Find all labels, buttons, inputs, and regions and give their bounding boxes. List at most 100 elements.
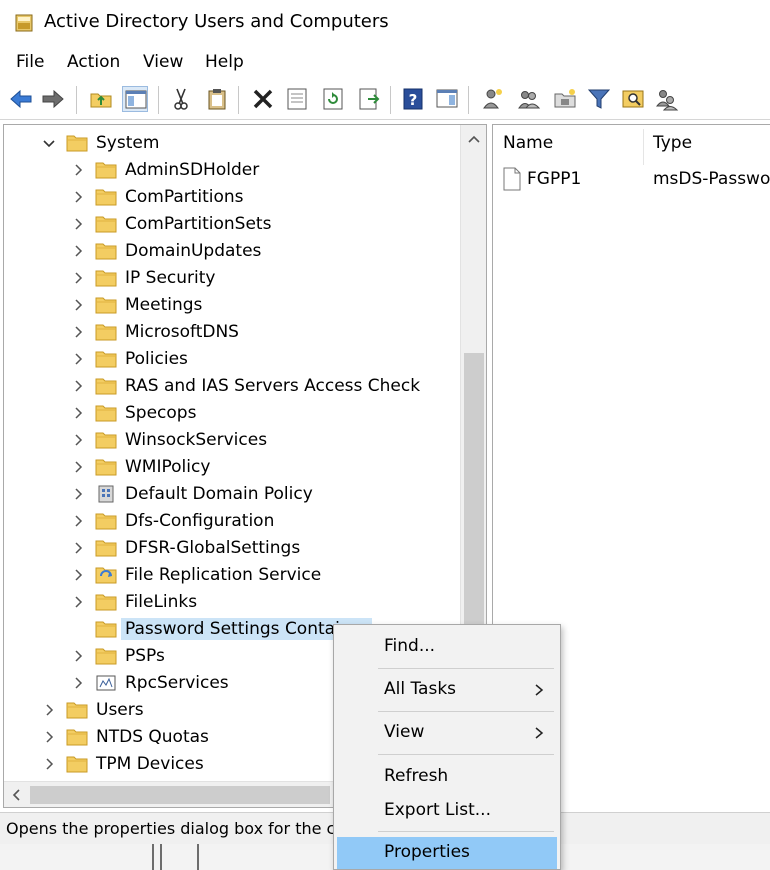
- menu-action[interactable]: Action: [67, 52, 120, 72]
- aduc-app-icon: [14, 13, 34, 33]
- tree-item-label: Dfs-Configuration: [125, 511, 275, 531]
- tree-item[interactable]: WMIPolicy: [4, 454, 460, 480]
- folder-icon: [66, 133, 88, 152]
- chevron-right-icon[interactable]: [71, 271, 85, 285]
- cut-icon[interactable]: [168, 86, 194, 112]
- folder-icon: [95, 376, 117, 395]
- delete-icon[interactable]: [250, 86, 276, 112]
- folder-icon: [95, 403, 117, 422]
- tree-item[interactable]: ComPartitionSets: [4, 211, 460, 237]
- folder-icon: [66, 754, 88, 773]
- chevron-right-icon[interactable]: [71, 649, 85, 663]
- chevron-right-icon[interactable]: [71, 244, 85, 258]
- context-menu-label: Refresh: [384, 766, 449, 786]
- chevron-right-icon[interactable]: [71, 352, 85, 366]
- tree-item[interactable]: DFSR-GlobalSettings: [4, 535, 460, 561]
- context-menu-item-view[interactable]: View: [337, 717, 557, 749]
- domain-policy-icon: [95, 484, 117, 503]
- tree-item-label: DFSR-GlobalSettings: [125, 538, 301, 558]
- action-pane-icon[interactable]: [434, 86, 460, 112]
- replication-icon: [95, 565, 117, 584]
- folder-icon: [66, 700, 88, 719]
- folder-icon: [95, 349, 117, 368]
- tree-item[interactable]: DomainUpdates: [4, 238, 460, 264]
- tree-item-label: RpcServices: [125, 673, 229, 693]
- chevron-right-icon[interactable]: [71, 406, 85, 420]
- chevron-right-icon[interactable]: [42, 757, 56, 771]
- tree-item[interactable]: FileLinks: [4, 589, 460, 615]
- tree-item[interactable]: Specops: [4, 400, 460, 426]
- tree-item[interactable]: Default Domain Policy: [4, 481, 460, 507]
- chevron-right-icon[interactable]: [71, 298, 85, 312]
- chevron-right-icon[interactable]: [71, 163, 85, 177]
- new-group-icon[interactable]: [516, 86, 542, 112]
- tree-item[interactable]: ComPartitions: [4, 184, 460, 210]
- tree-item[interactable]: System: [4, 130, 460, 156]
- chevron-right-icon[interactable]: [42, 703, 56, 717]
- context-menu-item-refresh[interactable]: Refresh: [337, 761, 557, 793]
- forward-arrow-icon[interactable]: [40, 86, 66, 112]
- show-console-tree-icon[interactable]: [122, 86, 148, 112]
- chevron-right-icon[interactable]: [71, 217, 85, 231]
- chevron-right-icon[interactable]: [71, 433, 85, 447]
- refresh-icon[interactable]: [320, 86, 346, 112]
- tree-item[interactable]: Policies: [4, 346, 460, 372]
- back-arrow-icon[interactable]: [8, 86, 34, 112]
- column-divider[interactable]: [643, 129, 644, 165]
- properties-icon[interactable]: [284, 86, 310, 112]
- copy-icon[interactable]: [204, 86, 230, 112]
- tree-item-label: NTDS Quotas: [96, 727, 209, 747]
- folder-icon: [95, 295, 117, 314]
- export-list-icon[interactable]: [356, 86, 382, 112]
- tree-item-label: MicrosoftDNS: [125, 322, 239, 342]
- chevron-right-icon[interactable]: [71, 487, 85, 501]
- menu-view[interactable]: View: [143, 52, 183, 72]
- chevron-right-icon[interactable]: [71, 541, 85, 555]
- tree-item-label: IP Security: [125, 268, 216, 288]
- menu-help[interactable]: Help: [205, 52, 244, 72]
- add-to-group-icon[interactable]: [654, 86, 680, 112]
- context-menu-item-find[interactable]: Find...: [337, 631, 557, 663]
- chevron-right-icon[interactable]: [42, 730, 56, 744]
- chevron-right-icon[interactable]: [71, 595, 85, 609]
- tree-item[interactable]: WinsockServices: [4, 427, 460, 453]
- tree-item[interactable]: Dfs-Configuration: [4, 508, 460, 534]
- tree-item[interactable]: IP Security: [4, 265, 460, 291]
- window-title: Active Directory Users and Computers: [44, 11, 389, 32]
- list-item-type: msDS-Passwor: [653, 169, 770, 189]
- chevron-right-icon[interactable]: [71, 325, 85, 339]
- chevron-right-icon[interactable]: [71, 460, 85, 474]
- context-menu-item-all-tasks[interactable]: All Tasks: [337, 674, 557, 706]
- new-user-icon[interactable]: [480, 86, 506, 112]
- tree-item[interactable]: MicrosoftDNS: [4, 319, 460, 345]
- tree-item-label: RAS and IAS Servers Access Check: [125, 376, 421, 396]
- folder-icon: [95, 241, 117, 260]
- chevron-right-icon[interactable]: [71, 568, 85, 582]
- tree-item[interactable]: File Replication Service: [4, 562, 460, 588]
- folder-icon: [95, 160, 117, 179]
- chevron-right-icon[interactable]: [71, 190, 85, 204]
- context-menu-item-export-list[interactable]: Export List...: [337, 795, 557, 827]
- menu-file[interactable]: File: [16, 52, 44, 72]
- scroll-up-arrow-icon[interactable]: [466, 131, 482, 147]
- new-ou-icon[interactable]: [552, 86, 578, 112]
- column-header-type[interactable]: Type: [653, 133, 692, 153]
- up-folder-icon[interactable]: [88, 86, 114, 112]
- context-menu-item-properties[interactable]: Properties: [337, 837, 557, 869]
- filter-icon[interactable]: [586, 86, 612, 112]
- find-icon[interactable]: [620, 86, 646, 112]
- context-menu: Find... All Tasks View Refresh Export Li…: [333, 624, 561, 870]
- scroll-left-arrow-icon[interactable]: [8, 787, 24, 803]
- tree-item[interactable]: Meetings: [4, 292, 460, 318]
- tree-item[interactable]: RAS and IAS Servers Access Check: [4, 373, 460, 399]
- chevron-right-icon[interactable]: [71, 379, 85, 393]
- chevron-right-icon[interactable]: [71, 514, 85, 528]
- column-header-name[interactable]: Name: [503, 133, 553, 153]
- list-item[interactable]: FGPP1 msDS-Passwor: [493, 167, 770, 193]
- horizontal-scroll-thumb[interactable]: [30, 786, 330, 804]
- help-icon[interactable]: ?: [400, 86, 426, 112]
- chevron-down-icon[interactable]: [42, 136, 56, 150]
- tree-item[interactable]: AdminSDHolder: [4, 157, 460, 183]
- chevron-right-icon[interactable]: [71, 676, 85, 690]
- folder-icon: [95, 592, 117, 611]
